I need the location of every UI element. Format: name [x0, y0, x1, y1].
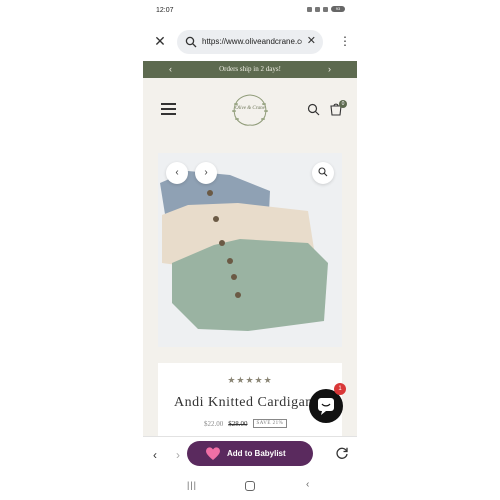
image-next-button[interactable]: › — [195, 162, 217, 184]
logo-text: Olive & Crane — [235, 106, 265, 111]
browser-toolbar: ✕ https://www.oliveandcrane.com/products… — [143, 28, 357, 56]
announcement-bar: ‹ Orders ship in 2 days! › — [143, 61, 357, 78]
menu-icon[interactable] — [161, 103, 176, 115]
system-navigation-bar: ||| ‹ — [143, 474, 357, 500]
product-image[interactable]: ‹ › — [158, 153, 342, 347]
chat-unread-badge: 1 — [334, 383, 346, 395]
close-tab-icon[interactable]: ✕ — [153, 34, 167, 48]
mute-icon — [307, 6, 312, 12]
more-options-icon[interactable]: ⋮ — [339, 34, 351, 48]
signal-icon — [323, 6, 328, 12]
add-to-babylist-button[interactable]: Add to Babylist — [187, 441, 313, 466]
cart-count-badge: 0 — [339, 100, 347, 108]
zoom-button[interactable] — [312, 162, 334, 184]
status-icons: 93 — [307, 6, 345, 12]
url-bar[interactable]: https://www.oliveandcrane.com/products/a… — [177, 30, 323, 54]
price-row: $22.00 $28.00 SAVE 21% — [204, 419, 288, 428]
save-badge: SAVE 21% — [252, 419, 288, 428]
wifi-icon — [315, 6, 320, 12]
babylist-label: Add to Babylist — [227, 449, 286, 458]
home-icon[interactable] — [245, 481, 255, 491]
compare-price: $28.00 — [228, 419, 248, 428]
heart-icon — [206, 447, 220, 460]
rating-stars[interactable]: ★★★★★ — [158, 375, 342, 386]
system-back-icon[interactable]: ‹ — [306, 479, 309, 490]
refresh-icon[interactable] — [335, 446, 349, 460]
site-content: Olive & Crane 0 ‹ › ★★★★★ Andi Knitted C… — [143, 78, 357, 443]
sale-price: $22.00 — [204, 419, 224, 428]
search-icon — [185, 36, 197, 48]
forward-arrow-icon[interactable]: › — [176, 448, 180, 462]
url-text[interactable]: https://www.oliveandcrane.com/products/a… — [202, 37, 302, 46]
back-arrow-icon[interactable]: ‹ — [153, 448, 157, 462]
zoom-icon — [318, 167, 328, 177]
status-bar: 12:07 93 — [143, 0, 357, 24]
search-icon[interactable] — [307, 103, 320, 116]
recent-apps-icon[interactable]: ||| — [187, 480, 197, 490]
store-logo[interactable]: Olive & Crane — [227, 92, 273, 128]
announcement-text: Orders ship in 2 days! — [219, 65, 281, 73]
image-prev-button[interactable]: ‹ — [166, 162, 188, 184]
battery-icon: 93 — [331, 6, 345, 12]
announcement-next-icon[interactable]: › — [328, 63, 331, 75]
clear-url-icon[interactable]: ✕ — [307, 35, 316, 48]
cardigans-photo — [158, 153, 342, 347]
status-time: 12:07 — [156, 7, 174, 14]
browser-bottom-bar: ‹ › Add to Babylist — [143, 436, 357, 475]
phone-screen: 12:07 93 ✕ https://www.oliveandcrane.com… — [143, 0, 357, 500]
